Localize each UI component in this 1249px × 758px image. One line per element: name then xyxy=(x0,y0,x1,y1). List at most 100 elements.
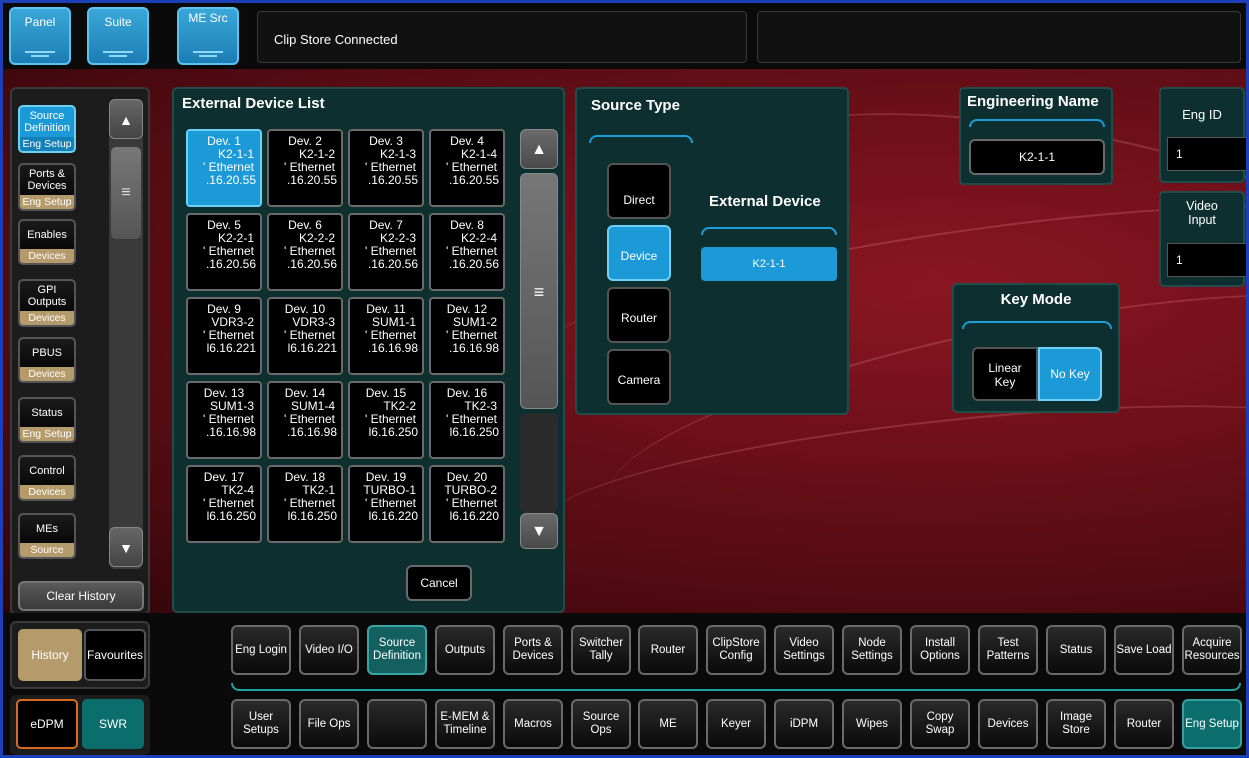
device-button[interactable]: Dev. 13 SUM1-3 ' Ethernet .16.16.98 xyxy=(186,381,262,459)
menu-tab[interactable]: Router xyxy=(638,625,698,675)
menu-tab[interactable]: Switcher Tally xyxy=(571,625,631,675)
external-device-title: External Device xyxy=(709,193,821,210)
history-item-category: Devices xyxy=(20,367,74,381)
menu-tab[interactable]: ClipStore Config xyxy=(706,625,766,675)
suite-button[interactable]: Suite xyxy=(87,7,149,65)
external-device-value[interactable]: K2-1-1 xyxy=(701,247,837,281)
device-button[interactable]: Dev. 11 SUM1-1 ' Ethernet .16.16.98 xyxy=(348,297,424,375)
device-button[interactable]: Dev. 17 TK2-4 ' Ethernet l6.16.250 xyxy=(186,465,262,543)
device-button[interactable]: Dev. 5 K2-2-1 ' Ethernet .16.20.56 xyxy=(186,213,262,291)
device-button[interactable]: Dev. 8 K2-2-4 ' Ethernet .16.20.56 xyxy=(429,213,505,291)
history-item[interactable]: Ports & Devices Eng Setup xyxy=(18,163,76,211)
menu-tab[interactable]: Node Settings xyxy=(842,625,902,675)
menu-tab[interactable]: ME xyxy=(638,699,698,749)
device-addr: .16.20.55 xyxy=(286,173,337,187)
engineering-name-panel: Engineering Name K2-1-1 xyxy=(959,87,1113,185)
device-addr: l6.16.221 xyxy=(287,341,337,355)
scroll-thumb[interactable]: ≡ xyxy=(111,147,141,239)
menu-tab[interactable]: Source Ops xyxy=(571,699,631,749)
device-button[interactable]: Dev. 1 K2-1-1 ' Ethernet .16.20.55 xyxy=(186,129,262,207)
history-item[interactable]: MEs Source Ops xyxy=(18,513,76,559)
device-button[interactable]: Dev. 12 SUM1-2 ' Ethernet .16.16.98 xyxy=(429,297,505,375)
device-addr: .16.20.56 xyxy=(205,257,256,271)
menu-tab[interactable]: User Setups xyxy=(231,699,291,749)
menu-tab[interactable]: Wipes xyxy=(842,699,902,749)
device-button[interactable]: Dev. 9 VDR3-2 ' Ethernet l6.16.221 xyxy=(186,297,262,375)
engineering-name-field[interactable]: K2-1-1 xyxy=(969,139,1105,175)
device-button[interactable]: Dev. 14 SUM1-4 ' Ethernet .16.16.98 xyxy=(267,381,343,459)
menu-tab[interactable]: Router xyxy=(1114,699,1174,749)
device-button[interactable]: Dev. 6 K2-2-2 ' Ethernet .16.20.56 xyxy=(267,213,343,291)
eng-id-field[interactable]: 1 xyxy=(1167,137,1246,171)
scroll-up-icon[interactable]: ▲ xyxy=(520,129,558,169)
history-item[interactable]: Control Devices xyxy=(18,455,76,501)
device-addr: l6.16.250 xyxy=(449,425,499,439)
menu-tab[interactable]: Status xyxy=(1046,625,1106,675)
menu-tab[interactable]: Acquire Resources xyxy=(1182,625,1242,675)
cancel-button[interactable]: Cancel xyxy=(406,565,472,601)
panel-button[interactable]: Panel xyxy=(9,7,71,65)
menu-tab[interactable]: Save Load xyxy=(1114,625,1174,675)
me-src-button[interactable]: ME Src xyxy=(177,7,239,65)
scroll-track[interactable] xyxy=(520,413,558,513)
device-button[interactable]: Dev. 20 TURBO-2 ' Ethernet l6.16.220 xyxy=(429,465,505,543)
menu-tab[interactable]: iDPM xyxy=(774,699,834,749)
device-button[interactable]: Dev. 3 K2-1-3 ' Ethernet .16.20.55 xyxy=(348,129,424,207)
edpm-button[interactable]: eDPM xyxy=(16,699,78,749)
scroll-down-icon[interactable]: ▼ xyxy=(520,513,558,549)
menu-tab[interactable]: File Ops xyxy=(299,699,359,749)
menu-tab[interactable]: Video I/O xyxy=(299,625,359,675)
menu-tab[interactable]: E-MEM & Timeline xyxy=(435,699,495,749)
history-item[interactable]: Status Eng Setup xyxy=(18,397,76,443)
menu-tab[interactable]: Keyer xyxy=(706,699,766,749)
menu-tab[interactable]: Copy Swap xyxy=(910,699,970,749)
menu-tab[interactable]: Video Settings xyxy=(774,625,834,675)
panel-title: Key Mode xyxy=(1000,291,1072,308)
suite-button-label: Suite xyxy=(104,15,132,29)
history-item-label: Ports & Devices xyxy=(27,168,67,192)
menu-tab[interactable]: Eng Setup xyxy=(1182,699,1242,749)
menu-tab[interactable]: Macros xyxy=(503,699,563,749)
menu-tab[interactable]: Devices xyxy=(978,699,1038,749)
device-button[interactable]: Dev. 16 TK2-3 ' Ethernet l6.16.250 xyxy=(429,381,505,459)
device-button[interactable]: Dev. 10 VDR3-3 ' Ethernet l6.16.221 xyxy=(267,297,343,375)
no-key-button[interactable]: No Key xyxy=(1038,347,1102,401)
menu-tab[interactable]: Test Patterns xyxy=(978,625,1038,675)
scroll-down-icon[interactable]: ▼ xyxy=(109,527,143,567)
device-button[interactable]: Dev. 2 K2-1-2 ' Ethernet .16.20.55 xyxy=(267,129,343,207)
favourites-tab[interactable]: Favourites xyxy=(84,629,146,681)
panel-title: Eng ID xyxy=(1182,107,1222,122)
device-button[interactable]: Dev. 19 TURBO-1 ' Ethernet l6.16.220 xyxy=(348,465,424,543)
clear-history-button[interactable]: Clear History xyxy=(18,581,144,611)
history-item[interactable]: GPI Outputs Devices xyxy=(18,279,76,327)
source-type-device[interactable]: Device xyxy=(607,225,671,281)
linear-key-button[interactable]: Linear Key xyxy=(972,347,1038,401)
me-src-button-label: ME Src xyxy=(188,11,228,25)
scroll-up-icon[interactable]: ▲ xyxy=(109,99,143,139)
menu-tab[interactable] xyxy=(367,699,427,749)
history-tab[interactable]: History xyxy=(18,629,82,681)
device-button[interactable]: Dev. 15 TK2-2 ' Ethernet l6.16.250 xyxy=(348,381,424,459)
history-item[interactable]: Enables Devices xyxy=(18,219,76,265)
menu-tab[interactable]: Ports & Devices xyxy=(503,625,563,675)
eng-id-panel: Eng ID 1 xyxy=(1159,87,1246,183)
source-type-direct[interactable]: Direct xyxy=(607,163,671,219)
video-input-field[interactable]: 1 xyxy=(1167,243,1246,277)
device-addr: l6.16.220 xyxy=(368,509,418,523)
menu-tab[interactable]: Eng Login xyxy=(231,625,291,675)
menu-tab[interactable]: Image Store xyxy=(1046,699,1106,749)
device-button[interactable]: Dev. 4 K2-1-4 ' Ethernet .16.20.55 xyxy=(429,129,505,207)
swr-button[interactable]: SWR xyxy=(82,699,144,749)
device-button[interactable]: Dev. 18 TK2-1 ' Ethernet l6.16.250 xyxy=(267,465,343,543)
scroll-thumb[interactable]: ≡ xyxy=(520,173,558,409)
menu-tab[interactable]: Source Definition xyxy=(367,625,427,675)
source-type-camera[interactable]: Camera xyxy=(607,349,671,405)
history-item[interactable]: PBUS Devices xyxy=(18,337,76,383)
source-type-router[interactable]: Router xyxy=(607,287,671,343)
menu-tab[interactable]: Install Options xyxy=(910,625,970,675)
menu-tab[interactable]: Outputs xyxy=(435,625,495,675)
device-addr: .16.20.56 xyxy=(448,257,499,271)
history-scrollbar[interactable]: ▲ ≡ ▼ xyxy=(109,99,143,569)
device-button[interactable]: Dev. 7 K2-2-3 ' Ethernet .16.20.56 xyxy=(348,213,424,291)
history-item[interactable]: Source Definition Eng Setup xyxy=(18,105,76,153)
